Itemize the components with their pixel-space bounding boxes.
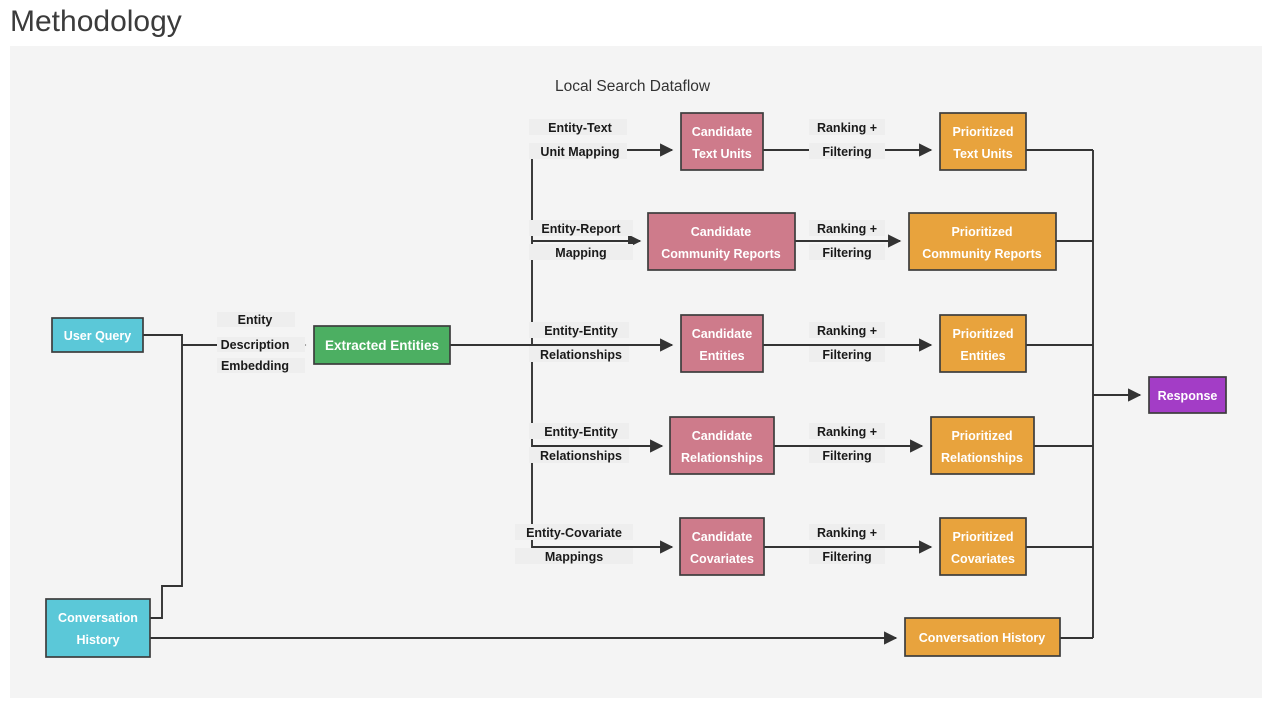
edge-label-ranking-filtering-1-l1: Ranking + [817,121,877,135]
node-prioritized-entities-label-l1: Prioritized [952,327,1013,341]
edge-label-entity-entity-relationships-2-l2: Relationships [540,449,622,463]
methodology-page: Methodology Local Search Dataflow Entity… [0,0,1280,707]
diagram-canvas: Local Search Dataflow Entity Description… [10,46,1262,698]
node-prioritized-text-units-label-l2: Text Units [953,147,1013,161]
node-candidate-covariates[interactable]: Candidate Covariates [679,517,765,576]
edge-label-ranking-filtering-2-l2: Filtering [822,246,871,260]
node-candidate-covariates-label-l2: Covariates [690,552,754,566]
edge-label-entity-entity-relationships-1-l2: Relationships [540,348,622,362]
node-prioritized-text-units-label-l1: Prioritized [952,125,1013,139]
edge-label-entity-text-unit-mapping-l2: Unit Mapping [540,145,619,159]
edge-label-entity-text-unit-mapping-l1: Entity-Text [548,121,612,135]
local-search-dataflow-diagram: Local Search Dataflow Entity Description… [45,78,1227,658]
node-prioritized-community-reports-label-l2: Community Reports [922,247,1042,261]
node-candidate-entities-label-l1: Candidate [692,327,752,341]
node-conversation-history-right[interactable]: Conversation History [904,617,1061,657]
node-candidate-community-reports-label-l1: Candidate [691,225,751,239]
node-prioritized-entities-label-l2: Entities [960,349,1005,363]
edge-label-ranking-filtering-3-l2: Filtering [822,348,871,362]
edge-label-entity-description-embedding-l1: Entity [238,313,273,327]
node-prioritized-relationships[interactable]: Prioritized Relationships [930,416,1035,475]
edge-label-ranking-filtering-5-l2: Filtering [822,550,871,564]
node-candidate-entities[interactable]: Candidate Entities [680,314,764,373]
node-candidate-relationships-label-l1: Candidate [692,429,752,443]
node-user-query[interactable]: User Query [51,317,144,353]
node-prioritized-text-units[interactable]: Prioritized Text Units [939,112,1027,171]
edge-label-ranking-filtering-4-l1: Ranking + [817,425,877,439]
node-prioritized-covariates[interactable]: Prioritized Covariates [939,517,1027,576]
node-prioritized-relationships-label-l1: Prioritized [951,429,1012,443]
node-response-label: Response [1158,389,1218,403]
node-layer: User Query Conversation History Extracte… [45,112,1227,658]
edge-label-ranking-filtering-3-l1: Ranking + [817,324,877,338]
node-candidate-text-units[interactable]: Candidate Text Units [680,112,764,171]
diagram-title: Local Search Dataflow [555,78,711,95]
edge-label-entity-covariate-mappings-l2: Mappings [545,550,603,564]
edge-label-entity-entity-relationships-1-l1: Entity-Entity [544,324,618,338]
edge-label-entity-description-embedding-l2: Description [221,338,290,352]
node-response[interactable]: Response [1148,376,1227,414]
node-candidate-community-reports-label-l2: Community Reports [661,247,781,261]
node-conversation-history-right-label: Conversation History [919,631,1045,645]
edge-label-entity-covariate-mappings-l1: Entity-Covariate [526,526,622,540]
page-title: Methodology [10,5,182,38]
node-candidate-text-units-label-l1: Candidate [692,125,752,139]
node-candidate-relationships[interactable]: Candidate Relationships [669,416,775,475]
node-candidate-relationships-label-l2: Relationships [681,451,763,465]
node-candidate-text-units-label-l2: Text Units [692,147,752,161]
edge-label-ranking-filtering-5-l1: Ranking + [817,526,877,540]
node-prioritized-covariates-label-l1: Prioritized [952,530,1013,544]
node-conversation-history-left-label-l1: Conversation [58,611,138,625]
edge-label-ranking-filtering-2-l1: Ranking + [817,222,877,236]
node-conversation-history-left-label-l2: History [76,633,119,647]
node-candidate-community-reports[interactable]: Candidate Community Reports [647,212,796,271]
node-prioritized-covariates-label-l2: Covariates [951,552,1015,566]
edge-label-ranking-filtering-4-l2: Filtering [822,449,871,463]
node-prioritized-community-reports-label-l1: Prioritized [951,225,1012,239]
edge-label-entity-entity-relationships-2-l1: Entity-Entity [544,425,618,439]
node-user-query-label: User Query [64,329,131,343]
edge-label-entity-report-mapping-l1: Entity-Report [541,222,621,236]
node-prioritized-relationships-label-l2: Relationships [941,451,1023,465]
edge-label-entity-description-embedding-l3: Embedding [221,359,289,373]
edge-label-entity-report-mapping-l2: Mapping [555,246,606,260]
node-prioritized-entities[interactable]: Prioritized Entities [939,314,1027,373]
node-candidate-covariates-label-l1: Candidate [692,530,752,544]
edge-user-query-down [143,334,183,345]
edge-label-ranking-filtering-1-l2: Filtering [822,145,871,159]
node-extracted-entities[interactable]: Extracted Entities [313,325,451,365]
node-candidate-entities-label-l2: Entities [699,349,744,363]
edge-conv-history-up [150,345,183,619]
node-extracted-entities-label: Extracted Entities [325,338,439,353]
node-prioritized-community-reports[interactable]: Prioritized Community Reports [908,212,1057,271]
node-conversation-history-left[interactable]: Conversation History [45,598,151,658]
